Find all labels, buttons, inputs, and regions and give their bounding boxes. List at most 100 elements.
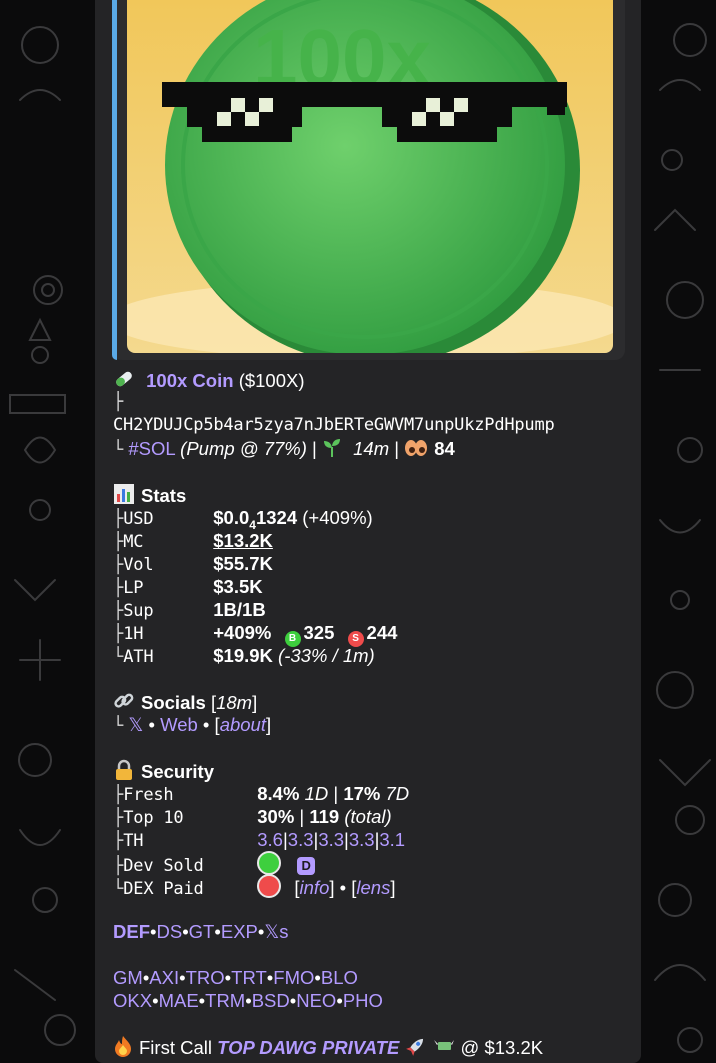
bots-links-row: OKX•MAE•TRM•BSD•NEO•PHO <box>113 989 633 1012</box>
stat-row-vol: ├Vol $55.7K <box>113 552 633 575</box>
tree-branch: ├ <box>113 856 124 876</box>
reply-accent-bar <box>112 0 117 360</box>
security-period: 7D <box>385 783 410 804</box>
neo-link[interactable]: NEO <box>296 990 336 1011</box>
chain-link[interactable]: #SOL <box>128 438 175 459</box>
security-row-dex-paid: └DEX Paid [info] • [lens] <box>113 874 633 899</box>
stats-title: Stats <box>141 485 187 506</box>
security-value: 30% <box>257 806 295 827</box>
tree-branch: ├ <box>113 785 124 805</box>
stat-change: (-33% / 1m) <box>278 645 375 666</box>
blo-link[interactable]: BLO <box>321 967 358 988</box>
exp-link[interactable]: EXP <box>221 921 258 942</box>
security-row-dev-sold: ├Dev Sold D <box>113 851 633 876</box>
tree-branch: ├ <box>113 555 124 575</box>
holder-link[interactable]: 3.3 <box>349 829 375 850</box>
socials-links: └ 𝕏 • Web • [about] <box>113 714 272 736</box>
socials-age: 18m <box>216 692 253 713</box>
separator: • <box>202 714 210 735</box>
fmo-link[interactable]: FMO <box>273 967 314 988</box>
security-value: 17% <box>343 783 381 804</box>
tree-branch: ├ <box>113 392 124 412</box>
coin-image[interactable]: 100x <box>127 0 613 353</box>
trm-link[interactable]: TRM <box>205 990 245 1011</box>
separator: | <box>312 438 317 459</box>
bsd-link[interactable]: BSD <box>252 990 290 1011</box>
def-link[interactable]: DEF <box>113 921 150 942</box>
ds-link[interactable]: DS <box>156 921 182 942</box>
axi-link[interactable]: AXI <box>149 967 179 988</box>
security-note: (total) <box>344 806 392 827</box>
first-call-mc: @ $13.2K <box>460 1037 544 1058</box>
gt-link[interactable]: GT <box>189 921 215 942</box>
red-status-icon <box>257 874 282 898</box>
okx-link[interactable]: OKX <box>113 990 152 1011</box>
stat-key: LP <box>123 578 144 598</box>
security-value: 8.4% <box>257 783 300 804</box>
stat-change: (+409%) <box>297 507 373 528</box>
mae-link[interactable]: MAE <box>159 990 199 1011</box>
security-title: Security <box>141 761 215 782</box>
stat-key: Vol <box>123 555 154 575</box>
stat-key: ATH <box>123 647 154 667</box>
security-period: 1D <box>304 783 329 804</box>
about-link[interactable]: about <box>220 714 266 735</box>
stat-key: Sup <box>123 601 154 621</box>
holder-link[interactable]: 3.3 <box>318 829 344 850</box>
gm-link[interactable]: GM <box>113 967 143 988</box>
fire-icon <box>113 1035 133 1062</box>
security-key: TH <box>123 831 144 851</box>
green-status-icon <box>257 851 282 875</box>
stat-key: 1H <box>123 624 144 644</box>
contract-address[interactable]: CH2YDUJCp5b4ar5zya7nJbERTeGWVM7unpUkzPdH… <box>113 414 633 437</box>
tree-branch: ├ <box>113 808 124 828</box>
tree-branch: ├ <box>113 509 124 529</box>
money-wings-icon <box>433 1035 455 1062</box>
token-ticker: ($100X) <box>238 370 305 391</box>
socials-heading: Socials [18m] <box>113 690 633 713</box>
stat-value: $55.7K <box>213 553 273 574</box>
holder-link[interactable]: 3.3 <box>288 829 314 850</box>
x-search-link[interactable]: 𝕏s <box>264 921 288 942</box>
separator: • <box>339 877 347 898</box>
info-link[interactable]: info <box>300 877 330 898</box>
stat-key: USD <box>123 509 154 529</box>
pho-link[interactable]: PHO <box>343 990 383 1011</box>
holder-link[interactable]: 3.6 <box>257 829 283 850</box>
stat-value: +409% <box>213 622 272 643</box>
tree-branch: └ <box>113 647 124 667</box>
pump-progress: (Pump @ 77%) <box>180 438 307 459</box>
market-cap-value[interactable]: $13.2K <box>213 530 273 551</box>
security-row-top10: ├Top 10 30% | 119 (total) <box>113 805 633 828</box>
web-link[interactable]: Web <box>160 714 198 735</box>
stat-value: $3.5K <box>213 576 263 597</box>
holder-link[interactable]: 3.1 <box>379 829 405 850</box>
lens-link[interactable]: lens <box>356 877 390 898</box>
trt-link[interactable]: TRT <box>231 967 267 988</box>
tree-branch: ├ <box>113 601 124 621</box>
caller-group-link[interactable]: TOP DAWG PRIVATE <box>217 1037 399 1058</box>
watchers-count: 84 <box>434 438 455 459</box>
security-row-fresh: ├Fresh 8.4% 1D | 17% 7D <box>113 782 633 805</box>
separator: | <box>333 783 339 804</box>
tree-branch: └ <box>113 879 124 899</box>
bots-links-row: GM•AXI•TRO•TRT•FMO•BLO <box>113 966 633 989</box>
stat-value: $19.9K <box>213 645 273 666</box>
tree-branch: └ <box>113 440 124 460</box>
separator: | <box>299 806 305 827</box>
dev-badge: D <box>297 857 316 875</box>
stat-row-sup: ├Sup 1B/1B <box>113 598 633 621</box>
token-header: 100x Coin ($100X) <box>113 368 633 391</box>
tro-link[interactable]: TRO <box>186 967 225 988</box>
tree-branch: ├ <box>113 578 124 598</box>
tree-branch: ├ <box>113 831 124 851</box>
first-call-label: First Call <box>139 1037 212 1058</box>
rocket-icon <box>405 1035 427 1062</box>
x-link[interactable]: 𝕏 <box>128 714 143 735</box>
stat-row-lp: ├LP $3.5K <box>113 575 633 598</box>
security-row-th: ├TH 3.6|3.3|3.3|3.3|3.1 <box>113 829 406 851</box>
token-name-link[interactable]: 100x Coin <box>146 370 233 391</box>
security-key: DEX Paid <box>123 879 204 899</box>
stat-value: 1324 <box>255 507 298 528</box>
separator: • <box>148 714 155 735</box>
